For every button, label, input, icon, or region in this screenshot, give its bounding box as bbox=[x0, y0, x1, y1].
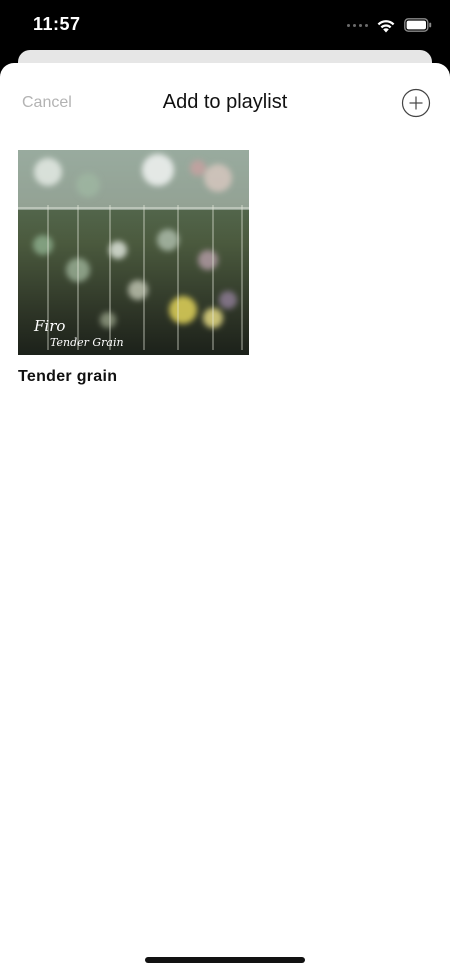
playlist-name: Tender grain bbox=[18, 368, 118, 385]
cover-artist-text: Firo bbox=[33, 317, 65, 335]
wifi-icon bbox=[377, 19, 395, 32]
screen: 11:57 Cancel Add to playlist Firo Tender… bbox=[0, 0, 450, 972]
home-indicator bbox=[145, 957, 305, 963]
plus-circle-icon bbox=[401, 88, 431, 118]
signal-dots-icon bbox=[347, 23, 368, 27]
status-bar: 11:57 bbox=[0, 0, 450, 50]
playlist-item[interactable]: Firo Tender Grain Tender grain bbox=[18, 150, 250, 386]
add-to-playlist-sheet: Cancel Add to playlist Firo Tender Grain… bbox=[0, 63, 450, 972]
playlist-cover-image: Firo Tender Grain bbox=[18, 150, 249, 355]
nav-bar: Cancel Add to playlist bbox=[0, 63, 450, 143]
status-icons bbox=[347, 15, 432, 35]
battery-icon bbox=[404, 18, 432, 32]
page-title: Add to playlist bbox=[162, 91, 288, 113]
cover-album-text: Tender Grain bbox=[50, 336, 124, 349]
status-time: 11:57 bbox=[33, 14, 81, 34]
add-playlist-button[interactable] bbox=[401, 88, 431, 118]
